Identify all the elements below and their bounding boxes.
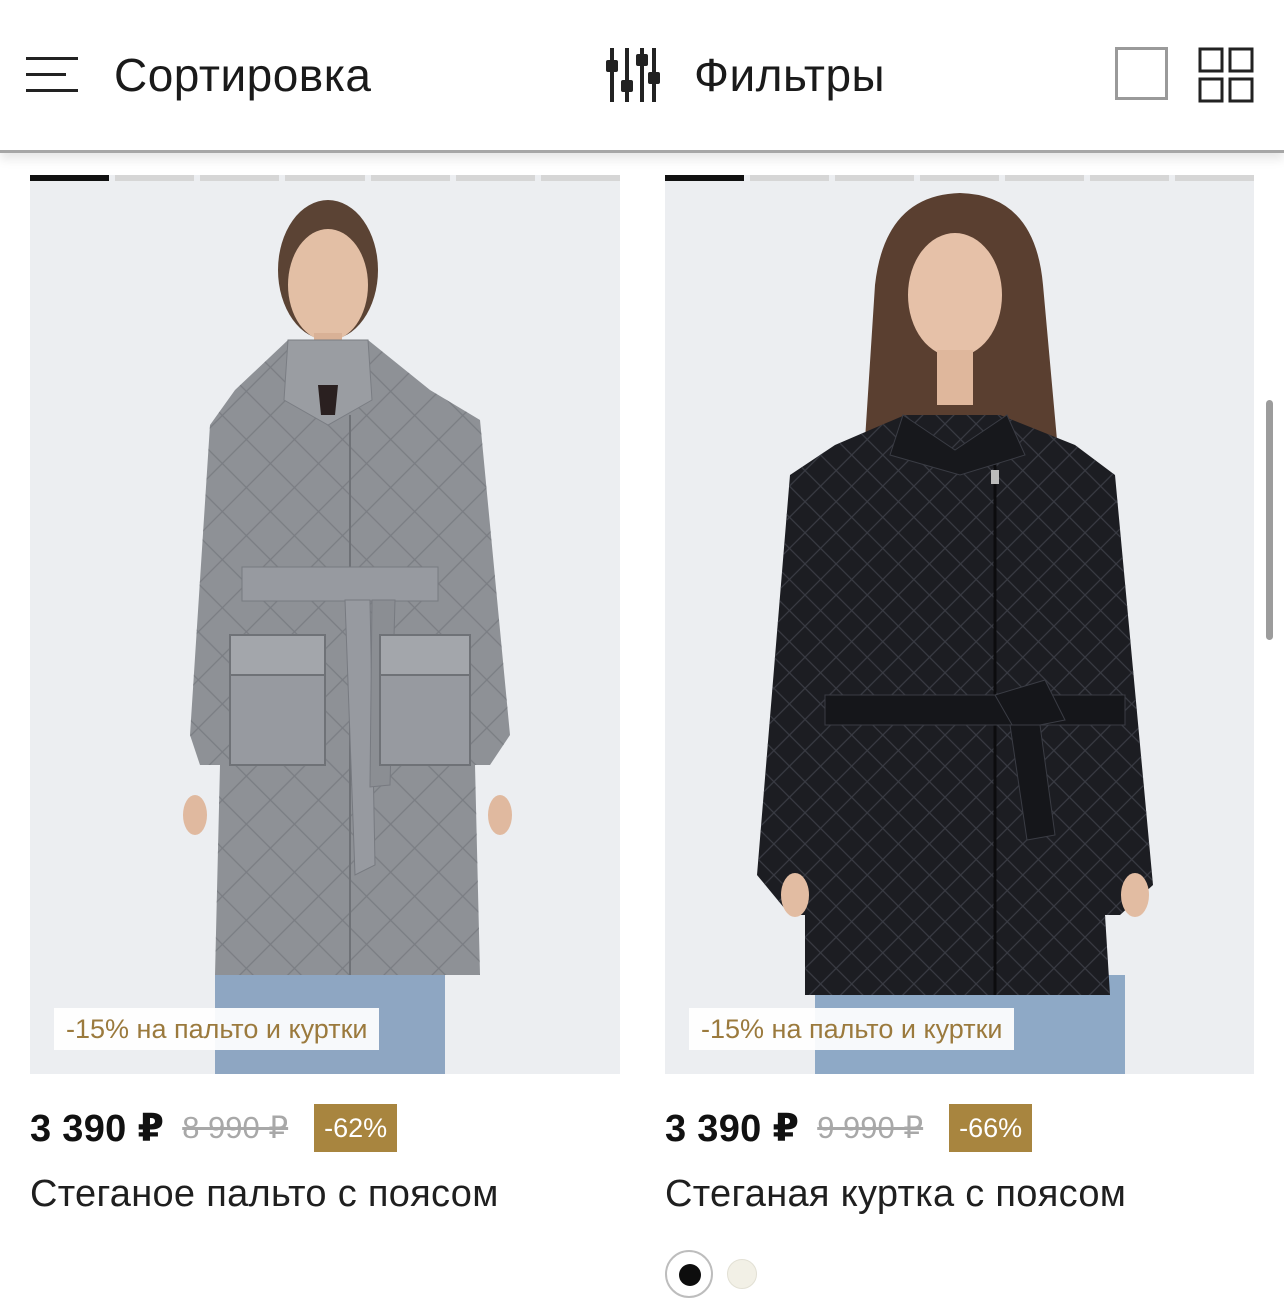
black-color-dot (679, 1264, 701, 1286)
slide-indicator-segment (285, 175, 365, 181)
slide-indicator-segment (1005, 175, 1084, 181)
old-price: 8 990 ₽ (182, 1110, 289, 1145)
old-price: 9 990 ₽ (817, 1110, 924, 1145)
price-row: 3 390 ₽ 9 990 ₽ -66% (665, 1103, 1033, 1153)
scrollbar[interactable] (1266, 400, 1273, 640)
filter-button[interactable]: Фильтры (604, 40, 885, 110)
sliders-icon (606, 48, 660, 102)
product-title[interactable]: Стеганое пальто с поясом (30, 1173, 499, 1216)
color-swatch-black-selected[interactable] (665, 1250, 713, 1298)
filter-label: Фильтры (694, 49, 886, 101)
price-row: 3 390 ₽ 8 990 ₽ -62% (30, 1103, 398, 1153)
discount-badge: -62% (314, 1104, 398, 1152)
slide-indicator-segment (540, 175, 620, 181)
slide-indicator-segment (920, 175, 999, 181)
slide-indicator-segment (665, 175, 744, 181)
grid-view-icon[interactable] (1198, 47, 1254, 103)
slide-indicator-segment (455, 175, 535, 181)
slide-indicator-segment (835, 175, 914, 181)
photo-slide-indicator (665, 175, 1254, 182)
slide-indicator-segment (750, 175, 829, 181)
slide-indicator-segment (30, 175, 110, 181)
slide-indicator-segment (115, 175, 195, 181)
model-in-grey-coat-image (183, 200, 512, 1074)
current-price: 3 390 ₽ (665, 1107, 800, 1150)
model-in-black-jacket-image (757, 193, 1153, 1074)
single-column-view-icon[interactable] (1115, 47, 1168, 100)
current-price: 3 390 ₽ (30, 1107, 165, 1150)
photo-slide-indicator (30, 175, 620, 182)
slide-indicator-segment (1175, 175, 1254, 181)
catalog-toolbar: Сортировка Фильтры (0, 0, 1284, 153)
sort-lines-icon (26, 57, 78, 92)
product-photo[interactable]: -15% на пальто и куртки (30, 175, 620, 1074)
promo-label: -15% на пальто и куртки (689, 1008, 1015, 1050)
product-photo[interactable]: -15% на пальто и куртки (665, 175, 1254, 1074)
discount-badge: -66% (949, 1104, 1033, 1152)
slide-indicator-segment (200, 175, 280, 181)
color-swatch-cream[interactable] (727, 1259, 757, 1289)
product-title[interactable]: Стеганая куртка с поясом (665, 1173, 1126, 1216)
slide-indicator-segment (1090, 175, 1169, 181)
slide-indicator-segment (370, 175, 450, 181)
sort-label: Сортировка (114, 49, 372, 101)
promo-label: -15% на пальто и куртки (54, 1008, 380, 1050)
sort-button[interactable]: Сортировка (24, 40, 371, 110)
